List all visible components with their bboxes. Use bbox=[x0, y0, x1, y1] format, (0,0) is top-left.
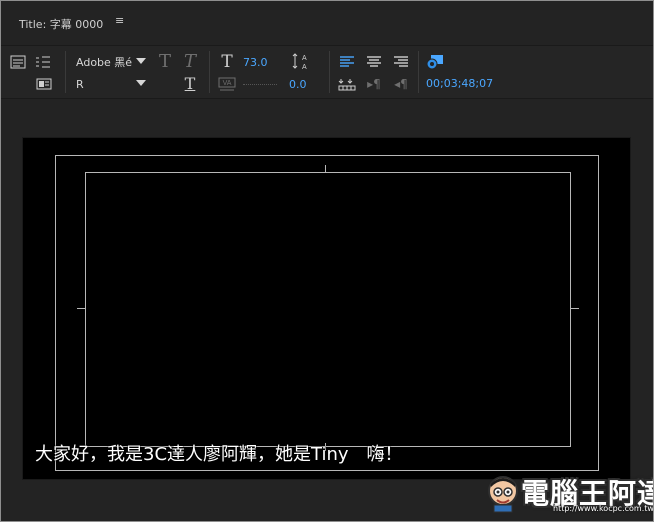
new-title-icon[interactable] bbox=[9, 53, 27, 71]
toolbar-divider bbox=[65, 51, 66, 93]
font-size-value[interactable]: 73.0 bbox=[243, 56, 268, 69]
show-background-icon[interactable] bbox=[426, 53, 444, 71]
title-bar: Title: 字幕 0000 ≡ bbox=[1, 1, 653, 46]
italic-icon[interactable]: T bbox=[181, 53, 199, 71]
toolbar-divider bbox=[209, 51, 210, 93]
bold-icon[interactable]: T bbox=[156, 53, 174, 71]
align-right-icon[interactable] bbox=[392, 53, 410, 71]
tab-left-icon[interactable]: ▸¶ bbox=[365, 75, 383, 93]
window-title: Title: 字幕 0000 bbox=[19, 18, 104, 31]
svg-text:VA: VA bbox=[223, 80, 232, 87]
leading-icon[interactable]: A A bbox=[291, 52, 309, 70]
hamburger-icon[interactable]: ≡ bbox=[115, 14, 127, 28]
align-center-icon[interactable] bbox=[365, 53, 383, 71]
small-caps-icon[interactable] bbox=[338, 75, 356, 93]
align-left-icon[interactable] bbox=[338, 53, 356, 71]
tab-stops-icon[interactable] bbox=[35, 53, 53, 71]
font-style-value: R bbox=[76, 77, 84, 91]
watermark: 電腦王阿達 http://www.kocpc.com.tw bbox=[483, 469, 653, 517]
title-toolbar: Adobe 黑é R T T T T 73.0 VA 0.0 A A ▸¶ ◂¶… bbox=[1, 46, 653, 99]
toolbar-divider bbox=[418, 51, 419, 93]
font-family-value: Adobe 黑é bbox=[76, 56, 133, 69]
chevron-down-icon bbox=[136, 80, 146, 86]
title-editor-window: Title: 字幕 0000 ≡ Adobe 黑é R T T T T 73.0… bbox=[0, 0, 654, 522]
kerning-value[interactable]: 0.0 bbox=[289, 78, 307, 91]
watermark-url: http://www.kocpc.com.tw bbox=[553, 504, 654, 513]
tab-right-icon[interactable]: ◂¶ bbox=[392, 75, 410, 93]
font-size-icon[interactable]: T bbox=[218, 53, 236, 71]
subtitle-text[interactable]: 大家好，我是3C達人廖阿輝，她是Tiny 嗨！ bbox=[35, 440, 403, 466]
templates-icon[interactable] bbox=[35, 75, 53, 93]
font-style-dropdown[interactable]: R bbox=[76, 75, 146, 93]
timecode[interactable]: 00;03;48;07 bbox=[426, 77, 493, 90]
title-canvas[interactable] bbox=[22, 137, 631, 480]
left-center-guide bbox=[77, 308, 85, 309]
toolbar-divider bbox=[329, 51, 330, 93]
right-center-guide bbox=[571, 308, 579, 309]
font-family-dropdown[interactable]: Adobe 黑é bbox=[76, 53, 146, 71]
svg-text:A: A bbox=[302, 55, 307, 62]
kerning-slider[interactable] bbox=[243, 84, 277, 85]
top-center-guide bbox=[325, 165, 326, 173]
svg-text:A: A bbox=[302, 64, 307, 70]
chevron-down-icon bbox=[136, 58, 146, 64]
kerning-icon[interactable]: VA bbox=[218, 75, 236, 93]
mascot-icon bbox=[483, 471, 523, 513]
title-canvas-area: 大家好，我是3C達人廖阿輝，她是Tiny 嗨！ bbox=[1, 99, 653, 521]
title-safe-guide bbox=[85, 172, 571, 447]
underline-icon[interactable]: T bbox=[181, 75, 199, 93]
